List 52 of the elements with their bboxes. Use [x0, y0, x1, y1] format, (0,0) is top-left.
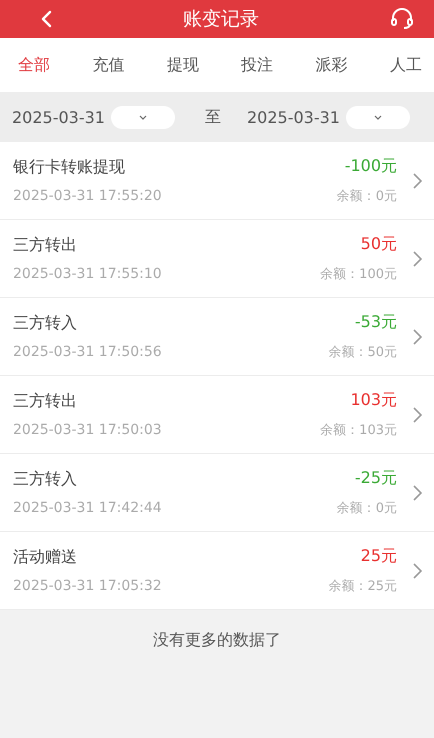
- record-title: 活动赠送: [13, 547, 78, 568]
- record-amount: 25元: [360, 546, 397, 567]
- filter-tab[interactable]: 充值: [86, 50, 130, 80]
- record-row[interactable]: 活动赠送 2025-03-31 17:05:32 25元 余额：25元: [0, 532, 434, 610]
- filter-tab[interactable]: 提现: [160, 50, 205, 80]
- filter-tab[interactable]: 投注: [235, 50, 280, 80]
- start-date: 2025-03-31: [12, 108, 105, 126]
- record-time: 2025-03-31 17:05:32: [13, 578, 163, 594]
- chevron-icon: [413, 484, 422, 500]
- record-amount: 103元: [350, 390, 397, 411]
- chevron-icon: [413, 406, 422, 422]
- record-time: 2025-03-31 17:50:03: [13, 422, 163, 438]
- filter-tab[interactable]: 人工: [384, 50, 428, 80]
- chevron-icon: [413, 328, 422, 344]
- record-time: 2025-03-31 17:55:10: [13, 266, 163, 282]
- record-amount: -25元: [354, 468, 397, 489]
- record-amount: -100元: [344, 156, 397, 177]
- filter-tab[interactable]: 派彩: [310, 50, 354, 80]
- caret-icon: [374, 114, 382, 120]
- record-title: 三方转入: [13, 469, 78, 490]
- record-balance: 余额：0元: [336, 500, 397, 517]
- record-title: 三方转入: [13, 313, 78, 334]
- back-icon[interactable]: [40, 10, 52, 28]
- date-separator: 至: [204, 106, 221, 128]
- headset-icon[interactable]: [390, 8, 414, 30]
- record-row[interactable]: 三方转出 2025-03-31 17:50:03 103元 余额：103元: [0, 376, 434, 454]
- record-amount: 50元: [360, 234, 397, 255]
- record-row[interactable]: 三方转入 2025-03-31 17:50:56 -53元 余额：50元: [0, 298, 434, 376]
- chevron-icon: [413, 172, 422, 188]
- record-balance: 余额：50元: [328, 344, 397, 361]
- record-time: 2025-03-31 17:50:56: [13, 344, 163, 360]
- record-row[interactable]: 三方转出 2025-03-31 17:55:10 50元 余额：100元: [0, 220, 434, 298]
- record-balance: 余额：0元: [336, 188, 397, 205]
- start-date-dropdown[interactable]: [110, 106, 175, 128]
- caret-icon: [138, 114, 147, 120]
- record-row[interactable]: 银行卡转账提现 2025-03-31 17:55:20 -100元 余额：0元: [0, 142, 434, 220]
- page-title: 账变记录: [183, 7, 259, 32]
- record-time: 2025-03-31 17:42:44: [13, 500, 163, 516]
- record-amount: -53元: [354, 312, 397, 333]
- filter-tab[interactable]: 全部: [12, 50, 56, 80]
- chevron-icon: [413, 562, 422, 578]
- record-balance: 余额：100元: [320, 266, 397, 283]
- end-date: 2025-03-31: [246, 108, 340, 126]
- record-title: 三方转出: [13, 235, 78, 256]
- end-of-list-text: 没有更多的数据了: [152, 629, 282, 651]
- record-balance: 余额：103元: [320, 422, 397, 439]
- record-row[interactable]: 三方转入 2025-03-31 17:42:44 -25元 余额：0元: [0, 454, 434, 532]
- record-balance: 余额：25元: [328, 578, 397, 595]
- record-title: 三方转出: [13, 391, 78, 412]
- chevron-icon: [413, 250, 422, 266]
- record-time: 2025-03-31 17:55:20: [13, 188, 163, 204]
- record-title: 银行卡转账提现: [13, 157, 126, 178]
